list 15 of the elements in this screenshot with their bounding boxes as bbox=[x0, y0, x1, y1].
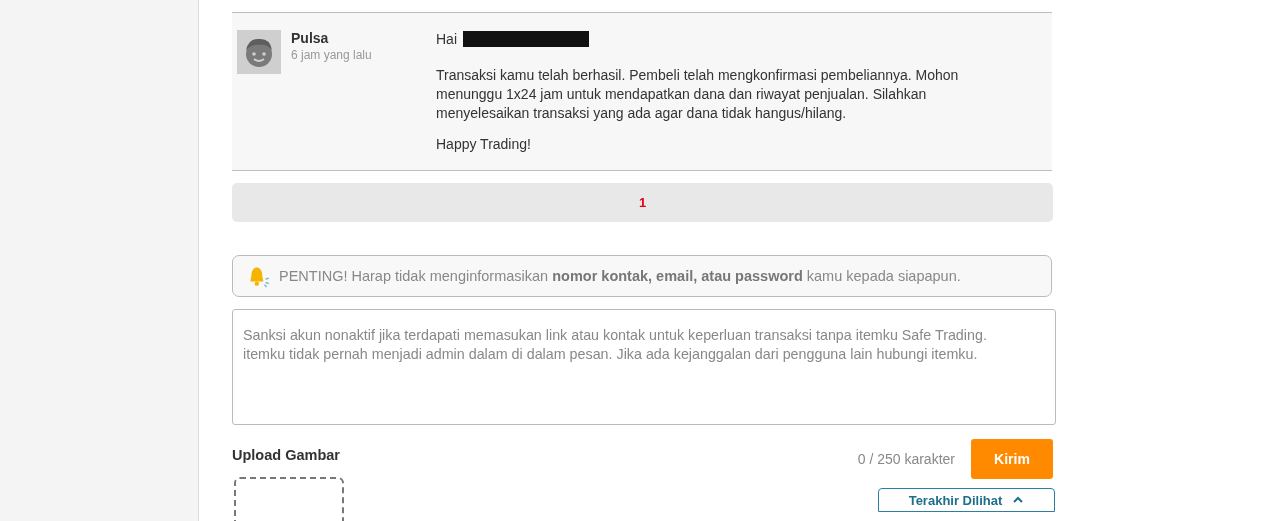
page-link[interactable]: 1 bbox=[638, 195, 647, 210]
message-text: Transaksi kamu telah berhasil. Pembeli telah mengkonfirmasi pembeliannya. Mohon menunggu 1x24 jam untuk mendapatkan dana dan riwayat penjualan. Silahkan menyelesaikan transaksi yang ada agar dana tidak hangus/hilang. bbox=[436, 66, 960, 123]
message-field[interactable]: Sanksi akun nonaktif jika terdapati memasukan link atau kontak untuk keperluan transaksi tanpa itemku Safe Trading. itemku tidak pernah menjadi admin dalam di dalam pesan. Jika ada kejanggalan dari pengguna lain hubungi itemku. bbox=[232, 309, 1056, 425]
message-text: Happy Trading! bbox=[436, 135, 532, 154]
sender-name: Pulsa bbox=[291, 30, 330, 46]
warning-text: PENTING! Harap tidak menginformasikan nomor kontak, email, atau password kamu kepada siapapun. bbox=[279, 268, 961, 284]
recently-viewed-button[interactable]: Terakhir Dilihat bbox=[878, 488, 1055, 512]
send-button[interactable]: Kirim bbox=[971, 439, 1053, 479]
greeting-text: Hai bbox=[436, 31, 457, 47]
message-time: 6 jam yang lalu bbox=[291, 48, 372, 62]
upload-label: Upload Gambar bbox=[232, 447, 341, 463]
bell-icon bbox=[247, 264, 271, 288]
avatar-icon bbox=[237, 30, 281, 74]
character-counter: 0 / 250 karakter bbox=[857, 451, 955, 467]
caret-icon bbox=[1012, 495, 1025, 505]
